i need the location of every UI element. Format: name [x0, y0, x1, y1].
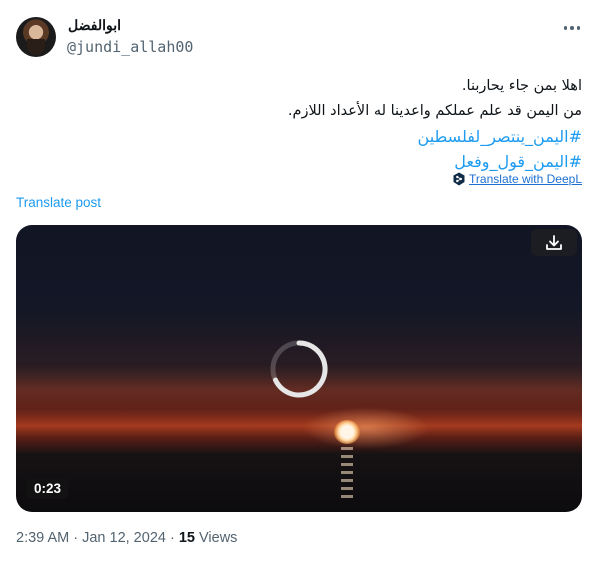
download-button[interactable] — [531, 229, 577, 256]
deepl-label: Translate with DeepL — [469, 172, 582, 186]
translate-post-link[interactable]: Translate post — [16, 195, 101, 210]
author-handle[interactable]: @jundi_allah00 — [67, 38, 193, 56]
tweet-text: اهلا بمن جاء يحاربنا. من اليمن قد علم عم… — [22, 74, 582, 174]
meta-separator-2: · — [165, 530, 179, 546]
deepl-translate-link[interactable]: Translate with DeepL — [453, 172, 582, 186]
video-flare — [334, 420, 360, 444]
more-icon[interactable] — [560, 19, 584, 37]
post-date-link[interactable]: Jan 12, 2024 — [82, 530, 166, 546]
avatar[interactable] — [16, 17, 56, 57]
hashtag-link-2[interactable]: #اليمن_قول_وفعل — [22, 149, 582, 174]
tweet-line-2: من اليمن قد علم عملكم واعدينا له الأعداد… — [287, 103, 582, 119]
post-time-link[interactable]: 2:39 AM — [16, 530, 69, 546]
tweet-meta: 2:39 AM · Jan 12, 2024 · 15 Views — [16, 530, 237, 546]
tweet-line-1: اهلا بمن جاء يحاربنا. — [461, 78, 582, 94]
deepl-icon — [453, 172, 465, 186]
hashtag-link-1[interactable]: #اليمن_ينتصر_لفلسطين — [22, 124, 582, 149]
views-label: Views — [194, 530, 238, 546]
loading-spinner-icon — [270, 340, 328, 398]
download-icon — [546, 234, 562, 250]
meta-separator: · — [69, 530, 83, 546]
video-duration-badge: 0:23 — [27, 478, 69, 499]
video-reflection — [341, 447, 353, 502]
video-player[interactable]: 0:23 — [16, 225, 582, 512]
author-display-name[interactable]: ابوالفضل — [68, 17, 121, 34]
views-count: 15 — [178, 530, 195, 546]
